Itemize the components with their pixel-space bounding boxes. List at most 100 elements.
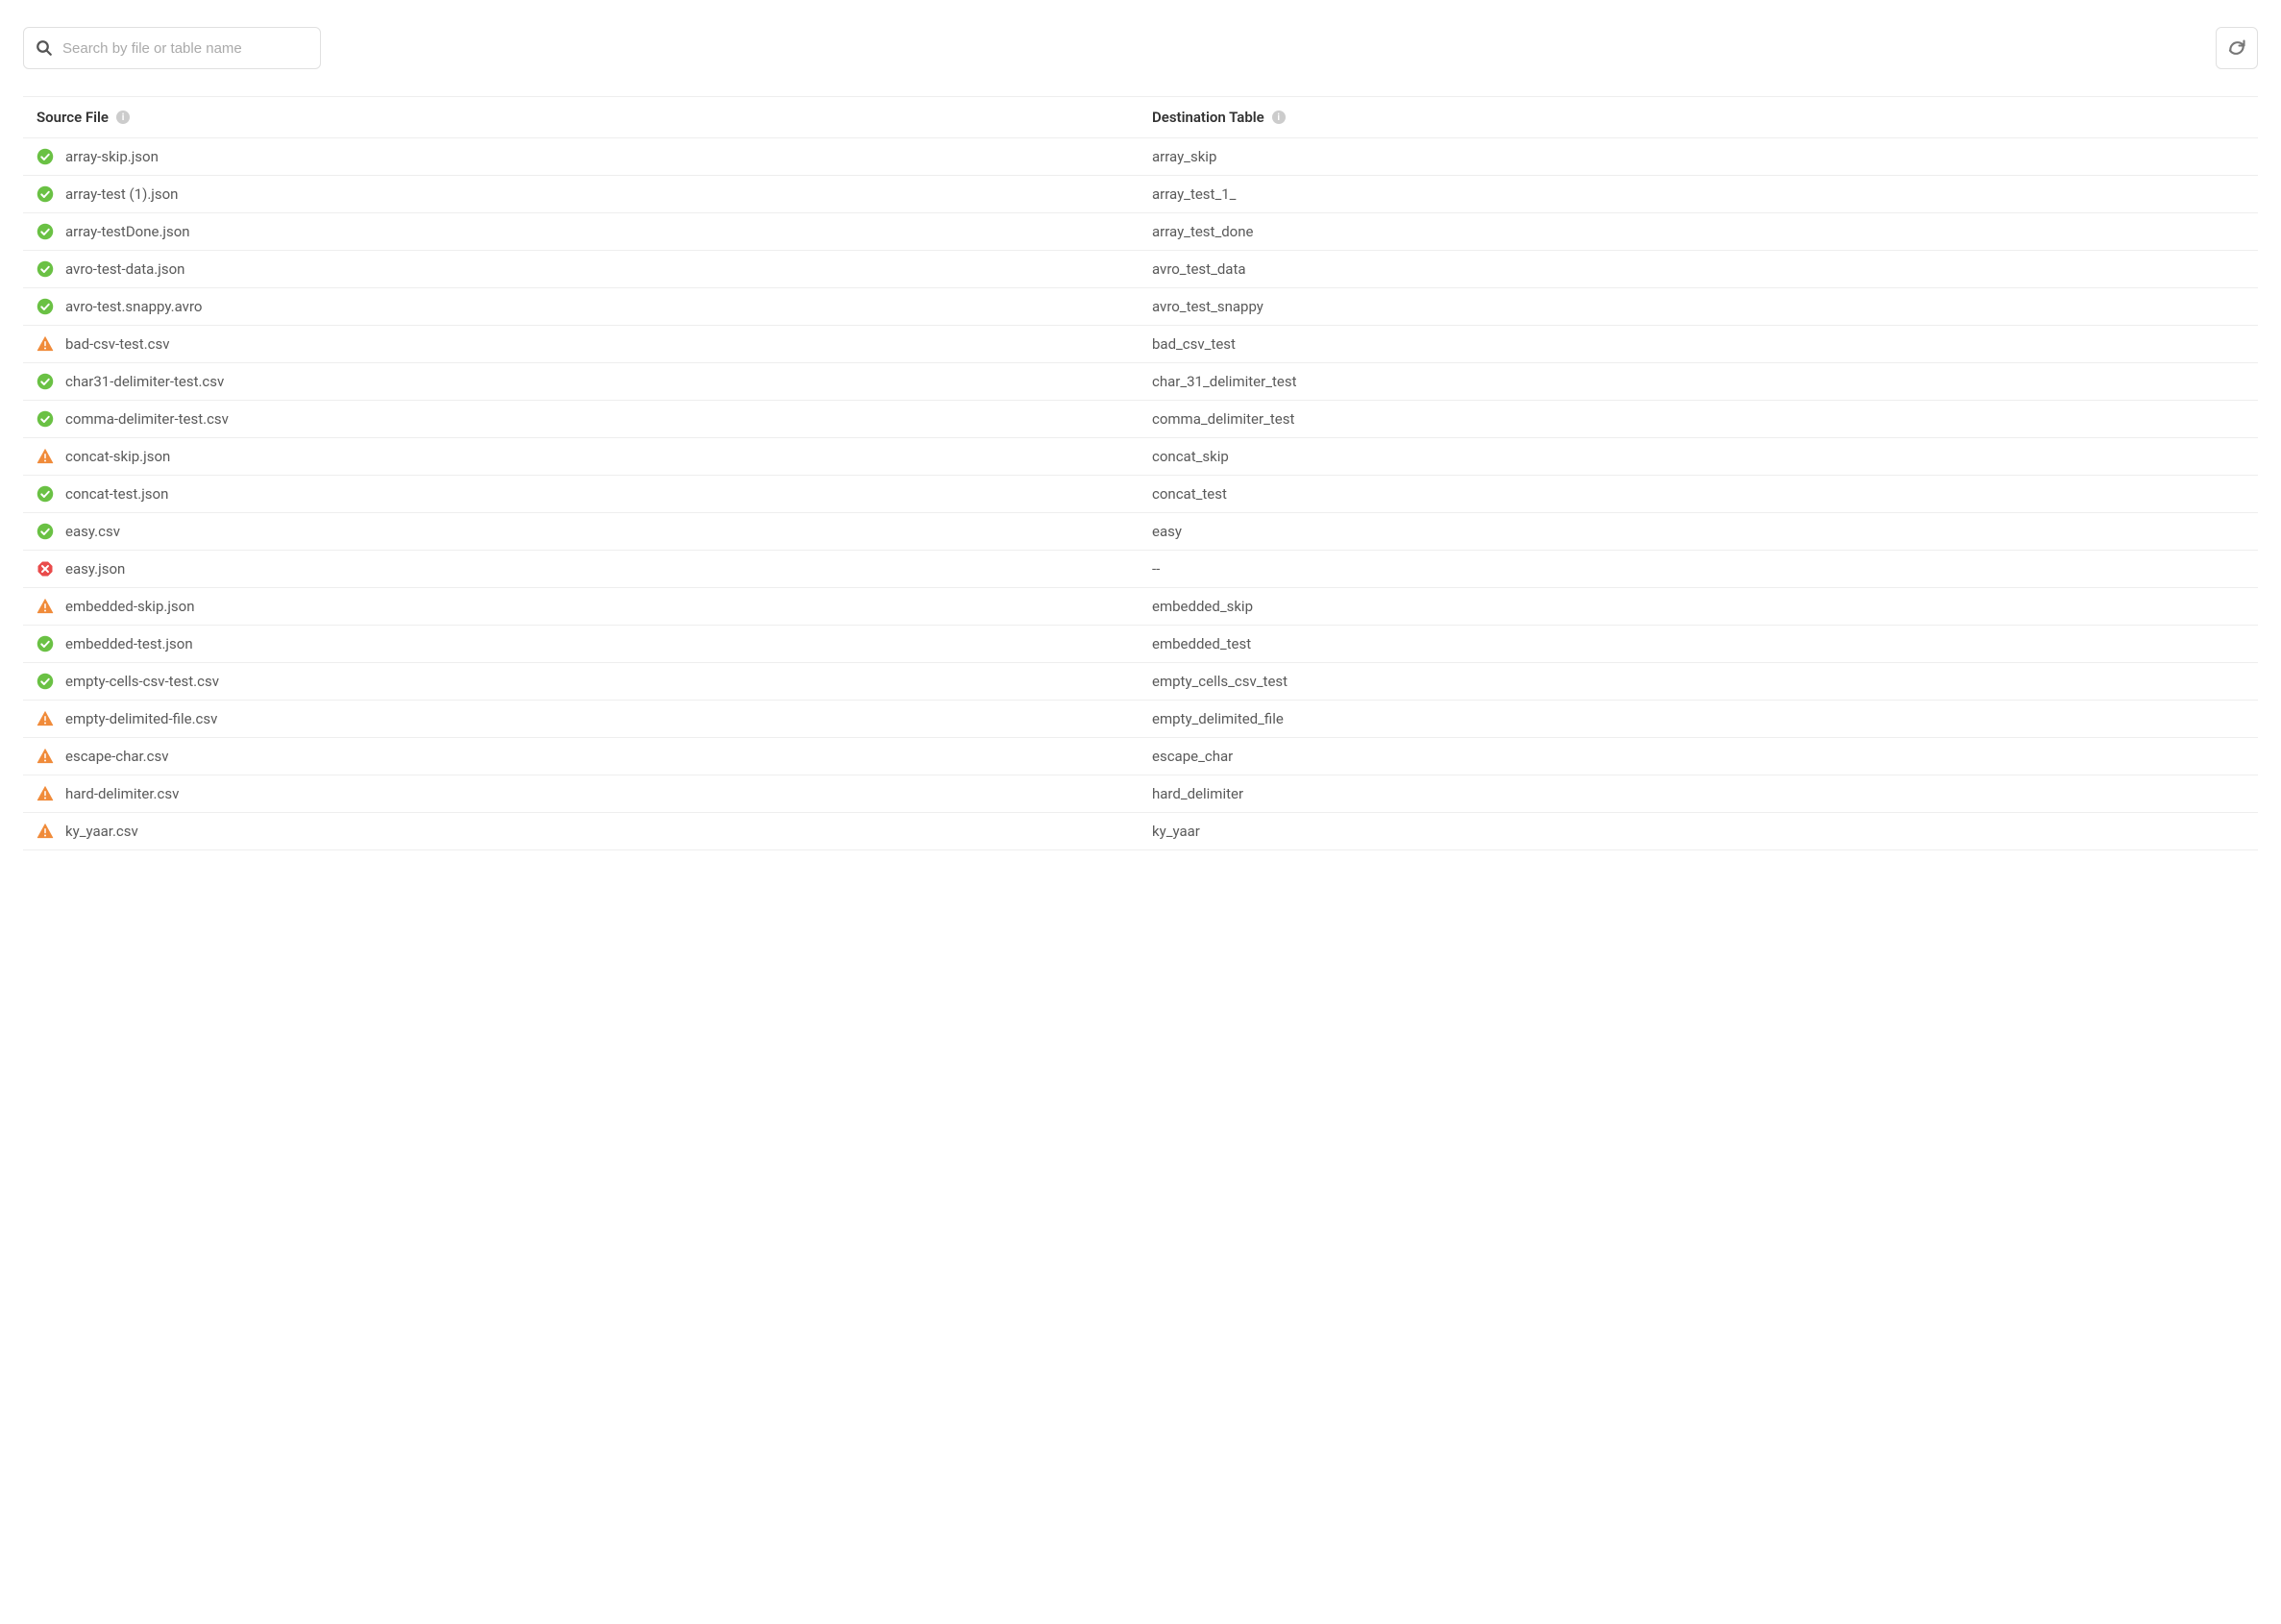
source-file-name: concat-test.json [65, 485, 168, 503]
success-status-icon [37, 485, 54, 503]
warning-status-icon [37, 335, 54, 353]
success-status-icon [37, 410, 54, 428]
destination-table-name: array_test_done [1152, 223, 1253, 240]
table-row[interactable]: escape-char.csvescape_char [23, 738, 2258, 775]
table-row[interactable]: easy.csv easy [23, 513, 2258, 551]
destination-cell: embedded_skip [1140, 588, 2258, 625]
table-row[interactable]: comma-delimiter-test.csvcomma_delimiter_… [23, 401, 2258, 438]
destination-table-name: easy [1152, 523, 1182, 540]
destination-cell: char_31_delimiter_test [1140, 363, 2258, 400]
source-cell: char31-delimiter-test.csv [23, 363, 1140, 400]
info-icon[interactable]: i [1272, 111, 1286, 124]
table-row[interactable]: concat-skip.json concat_skip [23, 438, 2258, 476]
source-file-name: concat-skip.json [65, 448, 170, 465]
table-row[interactable]: bad-csv-test.csv bad_csv_test [23, 326, 2258, 363]
destination-table-name: concat_test [1152, 485, 1227, 503]
table-row[interactable]: concat-test.json concat_test [23, 476, 2258, 513]
source-file-name: array-testDone.json [65, 223, 190, 240]
files-table: Source File i Destination Table i array-… [23, 96, 2258, 850]
destination-cell: array_test_1_ [1140, 176, 2258, 212]
table-row[interactable]: avro-test.snappy.avro avro_test_snappy [23, 288, 2258, 326]
table-row[interactable]: array-testDone.json array_test_done [23, 213, 2258, 251]
search-input[interactable] [62, 40, 308, 57]
success-status-icon [37, 148, 54, 165]
table-row[interactable]: ky_yaar.csvky_yaar [23, 813, 2258, 850]
table-row[interactable]: array-test (1).json array_test_1_ [23, 176, 2258, 213]
destination-cell: concat_skip [1140, 438, 2258, 475]
refresh-button[interactable] [2216, 27, 2258, 69]
source-cell: embedded-test.json [23, 626, 1140, 662]
column-header-source[interactable]: Source File i [23, 97, 1140, 137]
destination-table-name: char_31_delimiter_test [1152, 373, 1296, 390]
source-cell: avro-test.snappy.avro [23, 288, 1140, 325]
source-file-name: embedded-skip.json [65, 598, 195, 615]
table-row[interactable]: easy.json -- [23, 551, 2258, 588]
source-file-name: bad-csv-test.csv [65, 335, 170, 353]
source-file-name: array-skip.json [65, 148, 159, 165]
table-row[interactable]: array-skip.json array_skip [23, 138, 2258, 176]
source-file-name: empty-delimited-file.csv [65, 710, 217, 727]
source-file-name: empty-cells-csv-test.csv [65, 673, 219, 690]
table-row[interactable]: hard-delimiter.csvhard_delimiter [23, 775, 2258, 813]
success-status-icon [37, 673, 54, 690]
source-cell: ky_yaar.csv [23, 813, 1140, 849]
destination-cell: comma_delimiter_test [1140, 401, 2258, 437]
destination-table-name: embedded_skip [1152, 598, 1253, 615]
toolbar [23, 27, 2258, 69]
warning-status-icon [37, 710, 54, 727]
table-row[interactable]: empty-cells-csv-test.csv empty_cells_csv_… [23, 663, 2258, 701]
destination-table-name: avro_test_data [1152, 260, 1246, 278]
destination-cell: embedded_test [1140, 626, 2258, 662]
source-cell: embedded-skip.json [23, 588, 1140, 625]
source-cell: array-testDone.json [23, 213, 1140, 250]
destination-table-name: array_skip [1152, 148, 1216, 165]
destination-table-name: bad_csv_test [1152, 335, 1236, 353]
warning-status-icon [37, 598, 54, 615]
destination-table-name: empty_delimited_file [1152, 710, 1284, 727]
table-row[interactable]: embedded-skip.json embedded_skip [23, 588, 2258, 626]
table-row[interactable]: char31-delimiter-test.csv char_31_delimit… [23, 363, 2258, 401]
success-status-icon [37, 298, 54, 315]
success-status-icon [37, 523, 54, 540]
destination-cell: array_skip [1140, 138, 2258, 175]
source-cell: concat-skip.json [23, 438, 1140, 475]
source-cell: bad-csv-test.csv [23, 326, 1140, 362]
source-file-name: avro-test.snappy.avro [65, 298, 202, 315]
source-file-name: char31-delimiter-test.csv [65, 373, 224, 390]
source-cell: array-test (1).json [23, 176, 1140, 212]
success-status-icon [37, 635, 54, 652]
source-file-name: easy.csv [65, 523, 120, 540]
column-header-destination[interactable]: Destination Table i [1140, 97, 2258, 137]
destination-table-name: comma_delimiter_test [1152, 410, 1294, 428]
table-row[interactable]: embedded-test.json embedded_test [23, 626, 2258, 663]
refresh-icon [2227, 38, 2246, 58]
source-cell: easy.json [23, 551, 1140, 587]
destination-cell: escape_char [1140, 738, 2258, 775]
column-header-destination-label: Destination Table [1152, 109, 1264, 126]
search-field[interactable] [23, 27, 321, 69]
source-cell: easy.csv [23, 513, 1140, 550]
source-cell: concat-test.json [23, 476, 1140, 512]
destination-table-name: concat_skip [1152, 448, 1229, 465]
source-file-name: embedded-test.json [65, 635, 193, 652]
source-file-name: avro-test-data.json [65, 260, 184, 278]
destination-table-name: embedded_test [1152, 635, 1251, 652]
warning-status-icon [37, 823, 54, 840]
destination-table-name: array_test_1_ [1152, 185, 1236, 203]
table-header: Source File i Destination Table i [23, 97, 2258, 138]
source-cell: array-skip.json [23, 138, 1140, 175]
destination-table-name: -- [1152, 560, 1160, 578]
destination-cell: empty_cells_csv_test [1140, 663, 2258, 700]
source-cell: escape-char.csv [23, 738, 1140, 775]
table-row[interactable]: avro-test-data.json avro_test_data [23, 251, 2258, 288]
success-status-icon [37, 185, 54, 203]
source-cell: avro-test-data.json [23, 251, 1140, 287]
destination-cell: ky_yaar [1140, 813, 2258, 849]
column-header-source-label: Source File [37, 109, 109, 126]
destination-cell: easy [1140, 513, 2258, 550]
warning-status-icon [37, 748, 54, 765]
destination-table-name: avro_test_snappy [1152, 298, 1263, 315]
info-icon[interactable]: i [116, 111, 130, 124]
table-row[interactable]: empty-delimited-file.csv empty_delimited_… [23, 701, 2258, 738]
source-file-name: easy.json [65, 560, 125, 578]
